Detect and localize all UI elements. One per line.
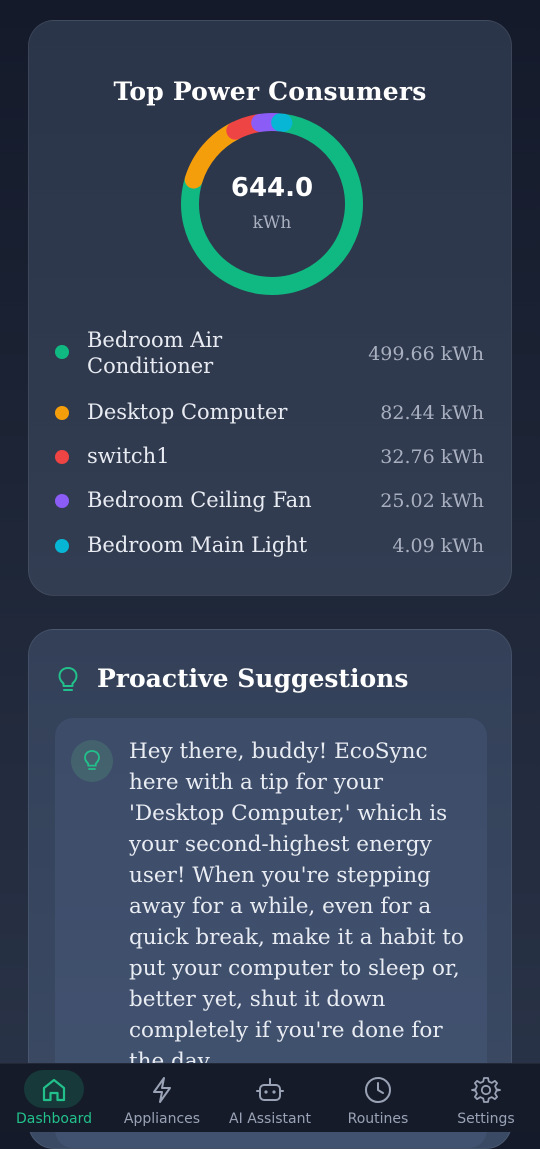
legend-item[interactable]: Bedroom Air Conditioner 499.66 kWh xyxy=(29,325,511,381)
legend-name: Desktop Computer xyxy=(87,400,288,424)
legend-item[interactable]: Desktop Computer 82.44 kWh xyxy=(29,399,511,429)
legend-name: Bedroom Main Light xyxy=(87,533,308,557)
legend-dot xyxy=(55,406,69,420)
total-unit: kWh xyxy=(252,213,292,233)
legend-value: 25.02 kWh xyxy=(380,490,484,512)
legend-item[interactable]: switch1 32.76 kWh xyxy=(29,443,511,473)
nav-dashboard[interactable]: Dashboard xyxy=(0,1064,108,1132)
legend-name: Bedroom Air Conditioner xyxy=(87,328,223,378)
lightning-icon xyxy=(153,1077,171,1103)
legend-name: Bedroom Ceiling Fan xyxy=(87,488,312,512)
nav-label: Dashboard xyxy=(16,1111,92,1127)
suggestion-text: Hey there, buddy! EcoSync here with a ti… xyxy=(129,739,464,1074)
legend-value: 32.76 kWh xyxy=(380,446,484,468)
legend-item[interactable]: Bedroom Ceiling Fan 25.02 kWh xyxy=(29,487,511,517)
legend-value: 499.66 kWh xyxy=(368,343,484,365)
nav-ai-assistant[interactable]: AI Assistant xyxy=(216,1064,324,1132)
home-icon xyxy=(42,1078,66,1102)
consumers-title: Top Power Consumers xyxy=(113,77,427,106)
nav-appliances[interactable]: Appliances xyxy=(108,1064,216,1132)
suggestions-title: Proactive Suggestions xyxy=(97,664,409,693)
lightbulb-icon xyxy=(58,667,78,691)
total-consumption: 644.0 xyxy=(230,173,314,203)
legend-value: 4.09 kWh xyxy=(392,535,484,557)
donut-center: 644.0 kWh xyxy=(179,173,365,233)
gear-icon xyxy=(471,1077,501,1103)
nav-label: AI Assistant xyxy=(229,1111,311,1127)
nav-settings[interactable]: Settings xyxy=(432,1064,540,1132)
nav-label: Appliances xyxy=(123,1111,201,1127)
nav-label: Routines xyxy=(347,1111,409,1127)
legend-name: switch1 xyxy=(87,444,170,468)
legend-value: 82.44 kWh xyxy=(380,402,484,424)
nav-routines[interactable]: Routines xyxy=(324,1064,432,1132)
legend-dot xyxy=(55,345,69,359)
lightbulb-icon xyxy=(84,750,100,770)
legend-dot xyxy=(55,539,69,553)
legend-item[interactable]: Bedroom Main Light 4.09 kWh xyxy=(29,532,511,562)
nav-label: Settings xyxy=(457,1111,515,1127)
consumption-donut-chart: 644.0 kWh xyxy=(179,111,365,297)
clock-icon xyxy=(365,1077,391,1103)
bottom-navigation: Dashboard Appliances AI Assistant Routin… xyxy=(0,1063,540,1132)
top-power-consumers-card: Top Power Consumers 644.0 kWh Bedroom Ai… xyxy=(28,20,512,596)
robot-icon xyxy=(256,1078,284,1101)
tip-icon-badge xyxy=(71,740,113,782)
legend-dot xyxy=(55,494,69,508)
legend-dot xyxy=(55,450,69,464)
